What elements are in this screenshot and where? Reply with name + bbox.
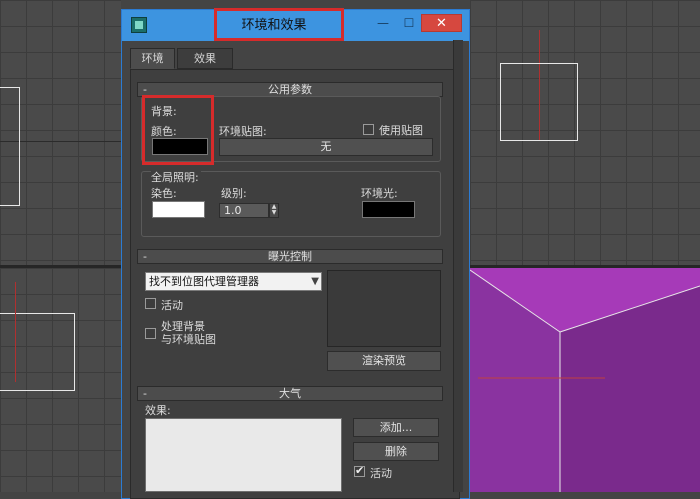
global-lighting-label: 全局照明: — [151, 169, 201, 185]
atmosphere-active-checkbox[interactable] — [354, 464, 365, 477]
purple-box-object — [470, 268, 700, 492]
viewport-top-right[interactable] — [470, 0, 700, 265]
delete-effect-button[interactable]: 删除 — [353, 442, 439, 461]
effects-label: 效果: — [145, 404, 171, 417]
close-button[interactable]: ✕ — [421, 14, 462, 32]
viewport-object-outline — [0, 313, 75, 391]
render-preview-button[interactable]: 渲染预览 — [327, 351, 441, 371]
background-highlight-box — [142, 95, 214, 165]
environment-map-button[interactable]: 无 — [219, 138, 433, 156]
title-highlight-box — [214, 8, 344, 41]
level-input[interactable]: 1.0 — [219, 203, 269, 218]
exposure-active-label: 活动 — [161, 299, 183, 312]
tint-color-swatch[interactable] — [152, 201, 205, 218]
chevron-down-icon: ▼ — [311, 276, 319, 287]
exposure-active-checkbox[interactable] — [145, 298, 156, 309]
rollout-title: 曝光控制 — [268, 250, 312, 263]
rollout-title: 大气 — [279, 387, 301, 400]
maximize-button[interactable]: ☐ — [398, 14, 420, 32]
viewport-bottom-left[interactable] — [0, 268, 121, 492]
tab-effects[interactable]: 效果 — [177, 48, 233, 69]
env-map-label-2: 与环境贴图 — [161, 333, 216, 346]
tint-label: 染色: — [151, 187, 177, 200]
dropdown-value: 找不到位图代理管理器 — [149, 275, 259, 288]
ambient-color-swatch[interactable] — [362, 201, 415, 218]
title-bar[interactable]: 环境和效果 — ☐ ✕ — [122, 8, 469, 41]
level-spinner-arrows[interactable]: ▲ ▼ — [269, 203, 279, 218]
process-background-checkbox[interactable] — [145, 328, 156, 339]
env-map-label: 环境贴图: — [219, 125, 267, 138]
viewport-object-outline — [0, 87, 20, 206]
panel-scrollbar[interactable] — [453, 40, 463, 492]
render-preview-area — [327, 270, 441, 347]
tab-environment[interactable]: 环境 — [130, 48, 175, 69]
rollout-exposure-header[interactable]: - 曝光控制 — [137, 249, 443, 264]
viewport-object-outline — [500, 63, 578, 141]
use-map-label: 使用贴图 — [379, 124, 423, 137]
rollout-atmosphere-header[interactable]: - 大气 — [137, 386, 443, 401]
use-map-checkbox[interactable] — [363, 124, 374, 135]
viewport-top-left[interactable] — [0, 0, 121, 265]
effects-list[interactable] — [145, 418, 342, 492]
level-label: 级别: — [221, 187, 247, 200]
exposure-type-dropdown[interactable]: 找不到位图代理管理器 ▼ — [145, 272, 322, 291]
add-effect-button[interactable]: 添加... — [353, 418, 439, 437]
viewport-perspective[interactable] — [470, 268, 700, 492]
atmosphere-active-label: 活动 — [370, 467, 392, 480]
ambient-label: 环境光: — [361, 187, 398, 200]
minimize-button[interactable]: — — [372, 14, 394, 32]
app-icon — [131, 17, 147, 33]
